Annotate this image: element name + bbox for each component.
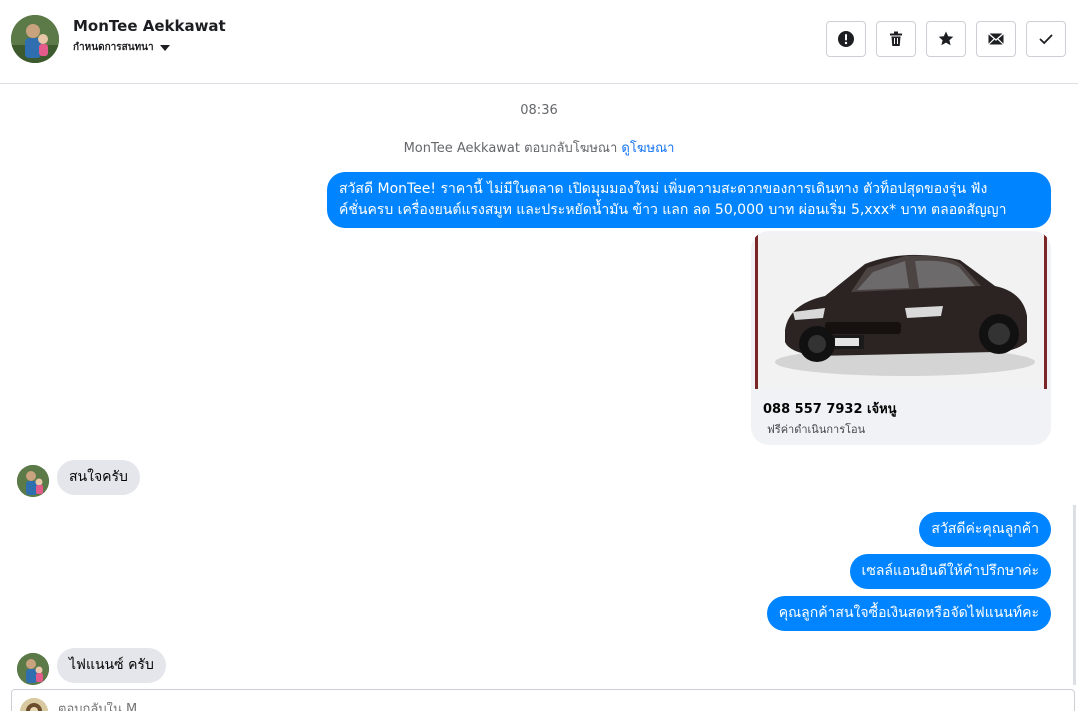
star-icon — [938, 31, 954, 46]
reply-composer[interactable] — [11, 689, 1075, 711]
avatar — [17, 653, 49, 685]
message-timestamp: 08:36 — [520, 103, 558, 118]
outgoing-message: สวัสดีค่ะคุณลูกค้า — [919, 512, 1051, 547]
avatar — [17, 465, 49, 497]
avatar[interactable] — [11, 15, 59, 63]
contact-name: MonTee Aekkawat — [73, 17, 226, 35]
star-button[interactable] — [926, 21, 966, 57]
ad-subtitle: ฟรีค่าดำเนินการโอน — [767, 423, 866, 436]
trash-icon — [890, 31, 902, 46]
message-line: สวัสดี MonTee! ราคานี้ ไม่มีในตลาด เปิดม… — [339, 181, 988, 197]
report-button[interactable] — [826, 21, 866, 57]
scrollbar[interactable] — [1073, 505, 1076, 685]
inbox-conversation: MonTee Aekkawat กำหนดการสนทนา 08:36 MonT… — [0, 0, 1078, 711]
page-avatar — [20, 698, 48, 711]
delete-button[interactable] — [876, 21, 916, 57]
conversation-status-dropdown[interactable]: กำหนดการสนทนา — [73, 40, 170, 55]
message-thread[interactable]: 08:36 MonTee Aekkawat ตอบกลับโฆษณา ดูโฆษ… — [0, 85, 1078, 685]
envelope-icon — [988, 32, 1004, 45]
outgoing-message: เซลล์แอนยินดีให้คำปรึกษาค่ะ — [849, 554, 1051, 589]
reply-input[interactable] — [58, 702, 958, 711]
conversation-header: MonTee Aekkawat กำหนดการสนทนา — [0, 0, 1078, 84]
car-image — [755, 234, 1047, 389]
mark-unread-button[interactable] — [976, 21, 1016, 57]
view-ad-link[interactable]: ดูโฆษณา — [621, 141, 674, 156]
check-icon — [1039, 34, 1053, 45]
ad-reply-notice: MonTee Aekkawat ตอบกลับโฆษณา ดูโฆษณา — [0, 137, 1078, 158]
incoming-message: ไฟแนนซ์ ครับ — [57, 648, 166, 683]
incoming-message: สนใจครับ — [57, 460, 140, 495]
mark-done-button[interactable] — [1026, 21, 1066, 57]
outgoing-message: สวัสดี MonTee! ราคานี้ ไม่มีในตลาด เปิดม… — [327, 172, 1051, 228]
ad-reply-text: MonTee Aekkawat ตอบกลับโฆษณา — [403, 141, 618, 156]
ad-title: 088 557 7932 เจ้หนู — [763, 402, 897, 417]
message-line: ค์ชั่นครบ เครื่องยนต์แรงสมูท และประหยัดน… — [339, 202, 1007, 218]
outgoing-message: คุณลูกค้าสนใจซื้อเงินสดหรือจัดไฟแนนท์คะ — [766, 596, 1051, 631]
header-actions — [826, 21, 1066, 57]
ad-card[interactable]: 088 557 7932 เจ้หนู ฟรีค่าดำเนินการโอน — [751, 231, 1051, 445]
alert-icon — [838, 31, 854, 47]
conversation-status-label: กำหนดการสนทนา — [73, 42, 154, 53]
caret-down-icon — [159, 44, 170, 51]
